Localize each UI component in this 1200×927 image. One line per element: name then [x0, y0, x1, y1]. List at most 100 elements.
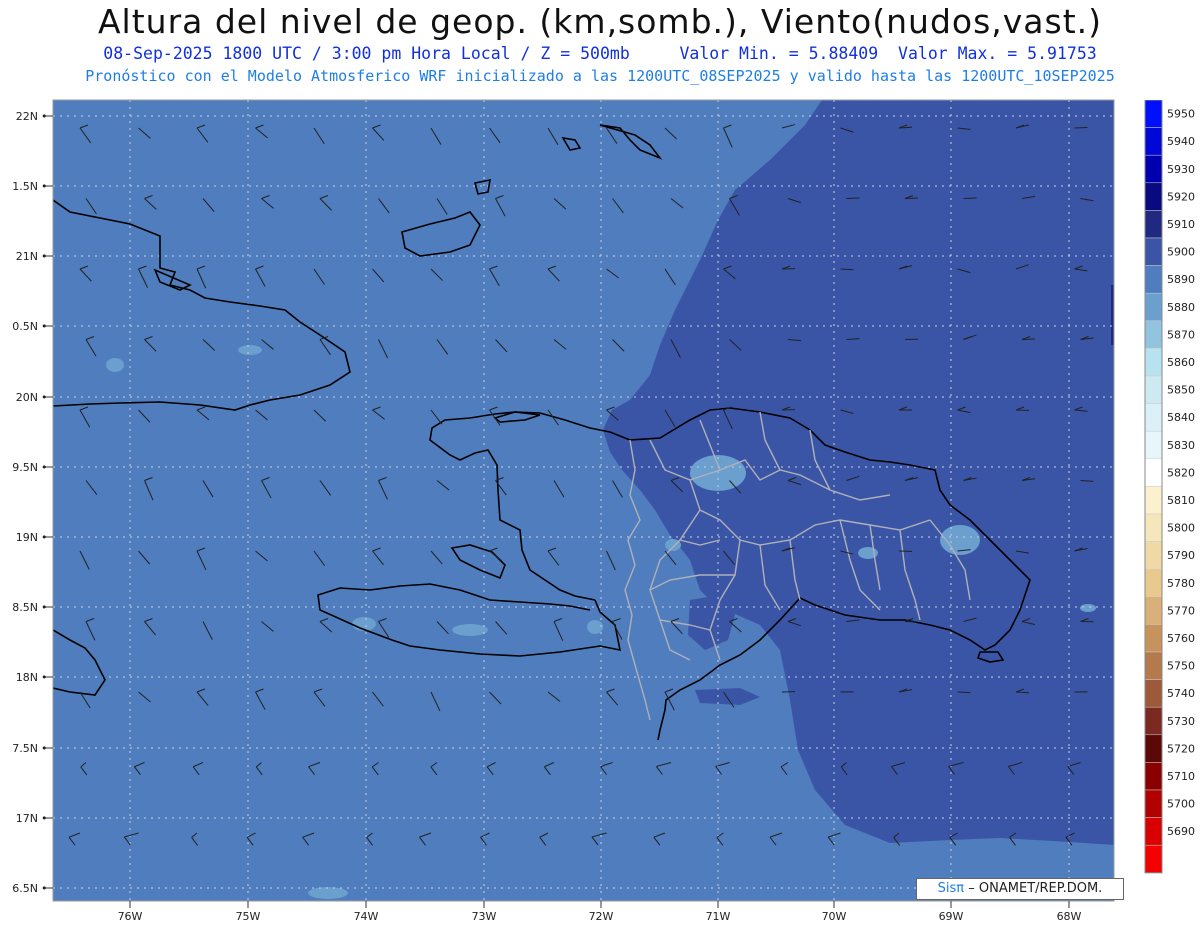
legend-swatch: [1144, 789, 1163, 818]
longitude-axis: 76W 75W 74W 73W 72W 71W 70W 69W 68W: [118, 901, 1082, 923]
chart-title: Altura del nivel de geop. (km,somb.), Vi…: [97, 2, 1103, 41]
legend-swatch: [1144, 762, 1163, 791]
wind-barb: [309, 904, 320, 916]
legend-level-label: 5850: [1167, 384, 1195, 397]
legend-level-label: 5940: [1167, 135, 1195, 148]
lon-tick-label: 74W: [354, 910, 379, 923]
lat-tick-label: 22N: [16, 110, 38, 123]
lat-tick-label: 6.5N: [12, 882, 38, 895]
legend-swatch: [1144, 210, 1163, 239]
lon-tick-label: 73W: [472, 910, 497, 923]
forecast-description: Pronóstico con el Modelo Atmosferico WRF…: [85, 67, 1115, 85]
legend-swatch: [1144, 817, 1163, 846]
legend-level-label: 5720: [1167, 742, 1195, 755]
legend-swatch: [1144, 541, 1163, 570]
legend-level-label: 5810: [1167, 494, 1195, 507]
lon-tick-label: 69W: [939, 910, 964, 923]
legend-level-label: 5690: [1167, 825, 1195, 838]
legend-swatch: [1144, 679, 1163, 708]
legend-swatch: [1144, 624, 1163, 653]
legend-level-label: 5760: [1167, 632, 1195, 645]
svg-text:•: •: [41, 320, 48, 333]
legend-swatch: [1144, 182, 1163, 211]
legend-swatch: [1144, 100, 1163, 128]
legend-level-label: 5950: [1167, 108, 1195, 121]
lat-tick-label: 0.5N: [12, 320, 38, 333]
wind-barb: [664, 904, 671, 916]
geopotential-shading: [53, 100, 1114, 901]
legend-swatch: [1144, 237, 1163, 266]
wind-barb: [782, 904, 788, 916]
lon-tick-label: 71W: [706, 910, 731, 923]
legend-level-label: 5860: [1167, 356, 1195, 369]
wind-barb: [548, 904, 554, 916]
legend-level-label: 5890: [1167, 273, 1195, 286]
color-legend: 5950 5940 5930 5920 5910 5900 5890 5880 5870 5860…: [1144, 100, 1195, 874]
legend-swatch: [1144, 348, 1163, 377]
credit-text: – ONAMET/REP.DOM.: [968, 881, 1103, 896]
legend-level-label: 5900: [1167, 246, 1195, 259]
weather-map: 22N •1.5N •21N •0.5N •20N •9.5N •19N •8.5N •18N •…: [12, 99, 1115, 923]
value-min-label: Valor Min. = 5.88409: [679, 44, 879, 63]
forecast-time-and-range: 08-Sep-2025 1800 UTC / 3:00 pm Hora Loca…: [0, 44, 1200, 63]
lat-tick-label: 21N: [16, 250, 38, 263]
lat-tick-label: 1.5N: [12, 180, 38, 193]
wind-barb: [193, 904, 203, 916]
lat-tick-label: 17N: [16, 812, 38, 825]
svg-text:•: •: [41, 742, 48, 755]
legend-level-label: 5710: [1167, 770, 1195, 783]
legend-level-label: 5780: [1167, 577, 1195, 590]
legend-swatch: [1144, 403, 1163, 432]
legend-swatch: [1144, 458, 1163, 487]
legend-level-label: 5750: [1167, 660, 1195, 673]
legend-level-label: 5820: [1167, 466, 1195, 479]
svg-text:•: •: [41, 882, 48, 895]
lat-tick-label: 7.5N: [12, 742, 38, 755]
lon-tick-label: 75W: [236, 910, 261, 923]
legend-level-label: 5830: [1167, 439, 1195, 452]
lat-tick-label: 9.5N: [12, 461, 38, 474]
legend-swatch: [1144, 292, 1163, 322]
lat-tick-label: 19N: [16, 531, 38, 544]
svg-text:•: •: [41, 531, 48, 544]
legend-level-label: 5770: [1167, 604, 1195, 617]
lat-tick-label: 18N: [16, 671, 38, 684]
wind-barb: [957, 691, 971, 694]
legend-level-label: 5730: [1167, 715, 1195, 728]
legend-swatch: [1144, 734, 1163, 763]
wind-barb: [80, 904, 86, 916]
svg-text:•: •: [41, 601, 48, 614]
legend-swatch: [1144, 154, 1163, 184]
legend-level-label: 5800: [1167, 522, 1195, 535]
wind-barb: [431, 904, 437, 916]
wind-barb: [1014, 904, 1022, 916]
wind-barb: [899, 904, 905, 916]
legend-swatch: [1144, 375, 1163, 404]
svg-text:•: •: [41, 391, 48, 404]
legend-level-label: 5880: [1167, 301, 1195, 314]
legend-level-label: 5840: [1167, 411, 1195, 424]
svg-text:•: •: [41, 110, 48, 123]
legend-level-label: 5920: [1167, 190, 1195, 203]
lon-tick-label: 70W: [822, 910, 847, 923]
svg-text:•: •: [41, 461, 48, 474]
sispi-logo: Sisπ: [937, 881, 965, 896]
latitude-axis: 22N •1.5N •21N •0.5N •20N •9.5N •19N •8.5N •18N •…: [12, 110, 53, 895]
lat-tick-label: 8.5N: [12, 601, 38, 614]
svg-text:•: •: [41, 671, 48, 684]
legend-level-label: 5700: [1167, 798, 1195, 811]
lon-tick-label: 68W: [1057, 910, 1082, 923]
lon-tick-label: 76W: [118, 910, 143, 923]
legend-swatch: [1144, 320, 1163, 349]
legend-level-label: 5930: [1167, 163, 1195, 176]
legend-level-label: 5740: [1167, 687, 1195, 700]
legend-swatch: [1144, 127, 1163, 156]
lon-tick-label: 72W: [589, 910, 614, 923]
svg-text:•: •: [41, 250, 48, 263]
legend-swatch: [1144, 513, 1163, 542]
svg-text:•: •: [41, 812, 48, 825]
date-time-label: 08-Sep-2025 1800 UTC / 3:00 pm Hora Loca…: [103, 44, 630, 63]
svg-text:•: •: [41, 180, 48, 193]
lat-tick-label: 20N: [16, 391, 38, 404]
legend-swatch: [1144, 706, 1163, 736]
